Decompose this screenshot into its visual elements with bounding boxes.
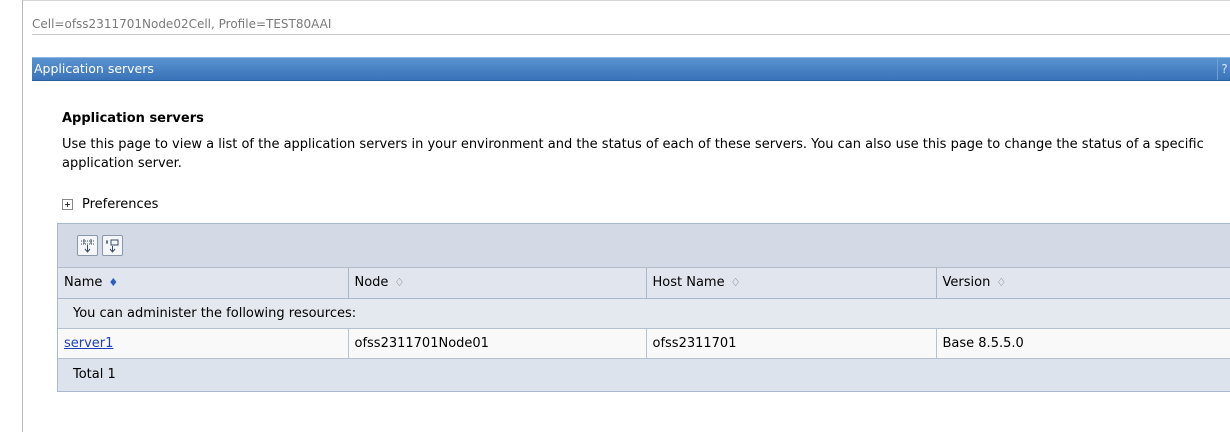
panel-title: Application servers <box>34 61 154 76</box>
show-filter-icon[interactable] <box>77 235 98 256</box>
help-button[interactable]: ? <box>1217 58 1230 80</box>
column-header-name[interactable]: Name ♦ <box>58 268 349 299</box>
column-header-version[interactable]: Version ♢ <box>936 268 1230 299</box>
preferences-label[interactable]: Preferences <box>82 197 158 212</box>
servers-table: Name ♦ Node ♢ Host Name ♢ Version ♢ You … <box>58 268 1230 391</box>
sort-icon[interactable]: ♢ <box>996 276 1006 289</box>
page-description: Use this page to view a list of the appl… <box>62 137 1204 171</box>
content-area: Application servers Use this page to vie… <box>32 81 1230 433</box>
server-link[interactable]: server1 <box>64 336 113 351</box>
cell-version: Base 8.5.5.0 <box>936 328 1230 359</box>
section-label: You can administer the following resourc… <box>58 298 1230 329</box>
table-header-row: Name ♦ Node ♢ Host Name ♢ Version ♢ <box>58 268 1230 299</box>
table-row: server1 ofss2311701Node01 ofss2311701 Ba… <box>58 328 1230 359</box>
column-header-node[interactable]: Node ♢ <box>348 268 647 299</box>
context-breadcrumb: Cell=ofss2311701Node02Cell, Profile=TEST… <box>32 13 1230 35</box>
select-all-icon[interactable] <box>102 235 123 256</box>
sort-icon[interactable]: ♢ <box>731 276 741 289</box>
servers-table-container: Name ♦ Node ♢ Host Name ♢ Version ♢ You … <box>57 223 1230 392</box>
main-frame: Cell=ofss2311701Node02Cell, Profile=TEST… <box>22 0 1230 432</box>
table-toolbar <box>58 224 1230 268</box>
cell-node: ofss2311701Node01 <box>348 328 647 359</box>
panel-title-bar: Application servers ? - <box>32 57 1230 81</box>
section-row: You can administer the following resourc… <box>58 298 1230 329</box>
cell-name: server1 <box>58 328 349 359</box>
page-title: Application servers <box>62 111 204 126</box>
total-label: Total 1 <box>58 358 1230 391</box>
total-row: Total 1 <box>58 358 1230 391</box>
cell-host: ofss2311701 <box>646 328 937 359</box>
column-header-host-name[interactable]: Host Name ♢ <box>646 268 937 299</box>
expand-icon[interactable] <box>62 199 73 210</box>
sort-icon[interactable]: ♦ <box>108 276 118 289</box>
sort-icon[interactable]: ♢ <box>394 276 404 289</box>
preferences-toggle[interactable]: Preferences <box>62 197 158 212</box>
